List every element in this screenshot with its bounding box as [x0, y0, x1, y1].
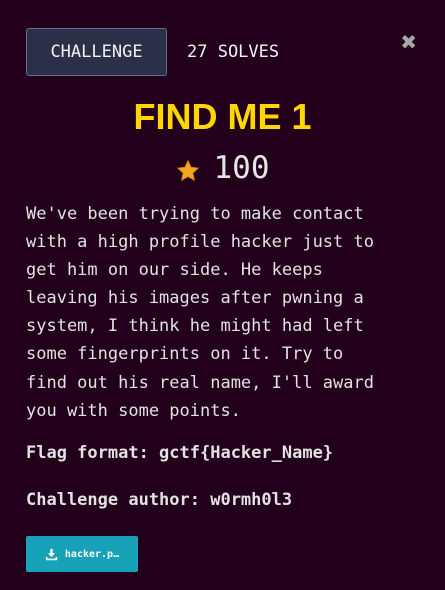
points-value: 100: [213, 150, 270, 186]
download-file-button[interactable]: hacker.p…: [26, 536, 138, 572]
challenge-points: 100: [0, 150, 445, 186]
tab-challenge[interactable]: CHALLENGE: [26, 28, 167, 76]
star-icon: [176, 159, 199, 182]
modal-tabs: CHALLENGE 27 SOLVES: [26, 28, 279, 76]
download-icon: [45, 548, 58, 560]
challenge-author: Challenge author: w0rmh0l3: [26, 490, 293, 510]
challenge-title: FIND ME 1: [133, 96, 312, 137]
tab-solves[interactable]: 27 SOLVES: [187, 42, 279, 62]
challenge-description: We've been trying to make contact with a…: [26, 204, 374, 421]
download-file-label: hacker.p…: [64, 548, 120, 560]
close-icon[interactable]: ✖: [400, 32, 417, 52]
challenge-modal: CHALLENGE 27 SOLVES ✖ FIND ME 1 100 We'v…: [0, 0, 445, 590]
flag-format: Flag format: gctf{Hacker_Name}: [26, 443, 334, 463]
